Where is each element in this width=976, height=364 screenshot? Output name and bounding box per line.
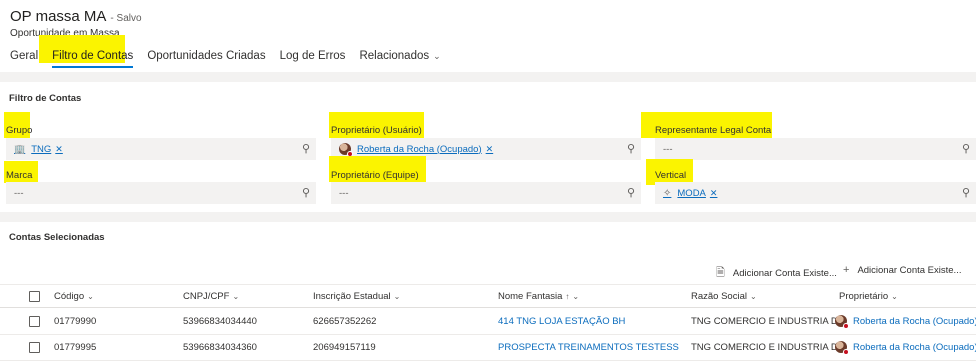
proprietario-usuario-label: Proprietário (Usuário) bbox=[331, 125, 422, 136]
proprietario-equipe-label: Proprietário (Equipe) bbox=[331, 170, 419, 181]
sort-ascending-icon: ↑ bbox=[565, 292, 570, 301]
cell-codigo: 01779990 bbox=[54, 316, 97, 327]
table-row[interactable]: 01779995 53966834034360 206949157119 PRO… bbox=[0, 335, 976, 361]
remove-vertical-icon[interactable]: ✕ bbox=[710, 188, 718, 199]
cell-nome-fantasia-link[interactable]: PROSPECTA TREINAMENTOS TESTESS bbox=[498, 342, 679, 353]
filter-section: Filtro de Contas Grupo Proprietário (Usu… bbox=[0, 84, 976, 212]
column-label: CNPJ/CPF bbox=[183, 291, 230, 302]
tab-relacionados-label: Relacionados bbox=[359, 50, 430, 62]
avatar bbox=[835, 341, 849, 355]
proprietario-equipe-value: --- bbox=[339, 187, 349, 199]
avatar bbox=[339, 143, 353, 157]
chevron-down-icon: ⌄ bbox=[433, 51, 441, 61]
representante-value: --- bbox=[663, 143, 673, 155]
proprietario-equipe-lookup[interactable]: --- ⚲ bbox=[331, 182, 641, 204]
cell-inscricao: 626657352262 bbox=[313, 316, 377, 327]
vertical-value[interactable]: MODA bbox=[677, 188, 706, 199]
grupo-value[interactable]: TNG bbox=[31, 144, 51, 155]
building-icon: 🏢 bbox=[14, 143, 26, 154]
search-icon[interactable]: ⚲ bbox=[627, 142, 635, 155]
save-status: - Salvo bbox=[110, 13, 142, 24]
chevron-down-icon: ⌄ bbox=[87, 292, 94, 301]
marca-lookup[interactable]: --- ⚲ bbox=[6, 182, 316, 204]
cell-proprietario[interactable]: Roberta da Rocha (Ocupado) bbox=[835, 341, 976, 355]
tab-log-de-erros[interactable]: Log de Erros bbox=[280, 48, 346, 68]
status-busy-icon bbox=[843, 323, 849, 329]
column-label: Razão Social bbox=[691, 291, 747, 302]
remove-proprietario-icon[interactable]: ✕ bbox=[486, 144, 494, 155]
vertical-label: Vertical bbox=[655, 170, 687, 181]
grid-header: Código ⌄ CNPJ/CPF ⌄ Inscrição Estadual ⌄ No… bbox=[0, 284, 976, 308]
chevron-down-icon: ⌄ bbox=[572, 292, 580, 301]
cell-nome-fantasia-link[interactable]: 414 TNG LOJA ESTAÇÃO BH bbox=[498, 316, 625, 327]
owner-link[interactable]: Roberta da Rocha (Ocupado) bbox=[853, 342, 976, 353]
add-existing-account-button[interactable]: 🗎 Adicionar Conta Existe... bbox=[716, 264, 837, 283]
marca-value: --- bbox=[14, 187, 24, 199]
select-all-checkbox[interactable] bbox=[29, 291, 40, 302]
search-icon[interactable]: ⚲ bbox=[962, 186, 970, 199]
cell-inscricao: 206949157119 bbox=[313, 342, 376, 353]
column-header-inscricao[interactable]: Inscrição Estadual ⌄ bbox=[313, 291, 400, 302]
cell-codigo: 01779995 bbox=[54, 342, 97, 353]
grupo-lookup[interactable]: 🏢 TNG ✕ ⚲ bbox=[6, 138, 316, 160]
row-checkbox[interactable] bbox=[29, 316, 40, 327]
column-header-cnpj[interactable]: CNPJ/CPF ⌄ bbox=[183, 291, 239, 302]
plus-icon: + bbox=[843, 264, 850, 276]
section-separator bbox=[0, 212, 976, 222]
form-header: OP massa MA - Salvo Oportunidade em Mass… bbox=[0, 0, 976, 70]
record-title: OP massa MA bbox=[10, 8, 107, 25]
contas-selecionadas-subgrid: Contas Selecionadas 🗎 Adicionar Conta Ex… bbox=[0, 222, 976, 364]
add-existing-label: Adicionar Conta Existe... bbox=[732, 268, 837, 279]
owner-link[interactable]: Roberta da Rocha (Ocupado) bbox=[853, 316, 976, 327]
representante-label: Representante Legal Conta bbox=[655, 125, 772, 136]
subgrid-title: Contas Selecionadas bbox=[9, 232, 105, 243]
chevron-down-icon: ⌄ bbox=[393, 292, 401, 301]
vertical-lookup[interactable]: ✧ MODA ✕ ⚲ bbox=[655, 182, 976, 204]
column-header-nome-fantasia[interactable]: Nome Fantasia ↑ ⌄ bbox=[498, 291, 579, 302]
vertical-entity-icon: ✧ bbox=[663, 187, 672, 199]
cell-razao-social: TNG COMERCIO E INDUSTRIA D... bbox=[691, 316, 846, 327]
tab-relacionados[interactable]: Relacionados ⌄ bbox=[359, 48, 440, 68]
column-header-codigo[interactable]: Código ⌄ bbox=[54, 291, 94, 302]
representante-lookup[interactable]: --- ⚲ bbox=[655, 138, 976, 160]
tab-list: Geral Filtro de Contas Oportunidades Cri… bbox=[10, 48, 455, 68]
row-checkbox[interactable] bbox=[29, 342, 40, 353]
avatar bbox=[835, 315, 849, 329]
column-label: Nome Fantasia bbox=[498, 291, 563, 302]
chevron-down-icon: ⌄ bbox=[232, 292, 240, 301]
marca-label: Marca bbox=[6, 170, 33, 181]
tab-oportunidades-criadas[interactable]: Oportunidades Criadas bbox=[147, 48, 265, 68]
cell-proprietario[interactable]: Roberta da Rocha (Ocupado) bbox=[835, 315, 976, 329]
proprietario-usuario-value[interactable]: Roberta da Rocha (Ocupado) bbox=[357, 144, 482, 155]
column-label: Inscrição Estadual bbox=[313, 291, 391, 302]
vertical-tag[interactable]: ✧ MODA ✕ bbox=[663, 188, 717, 199]
proprietario-usuario-tag[interactable]: Roberta da Rocha (Ocupado) ✕ bbox=[339, 143, 494, 157]
column-header-razao-social[interactable]: Razão Social ⌄ bbox=[691, 291, 757, 302]
search-icon[interactable]: ⚲ bbox=[302, 186, 310, 199]
chevron-down-icon: ⌄ bbox=[891, 292, 898, 301]
section-title: Filtro de Contas bbox=[9, 93, 82, 104]
column-label: Proprietário bbox=[839, 291, 889, 302]
add-new-account-button[interactable]: + Adicionar Conta Existe... bbox=[843, 264, 961, 276]
search-icon[interactable]: ⚲ bbox=[302, 142, 310, 155]
add-new-label: Adicionar Conta Existe... bbox=[857, 264, 962, 276]
tab-geral[interactable]: Geral bbox=[10, 48, 38, 68]
tab-filtro-de-contas[interactable]: Filtro de Contas bbox=[52, 48, 134, 68]
cell-cnpj: 53966834034440 bbox=[183, 316, 257, 327]
section-separator bbox=[0, 72, 976, 82]
chevron-down-icon: ⌄ bbox=[749, 292, 757, 301]
column-label: Código bbox=[54, 291, 85, 302]
grupo-tag[interactable]: 🏢 TNG ✕ bbox=[14, 144, 63, 155]
search-icon[interactable]: ⚲ bbox=[627, 186, 635, 199]
cell-razao-social: TNG COMERCIO E INDUSTRIA D... bbox=[691, 342, 846, 353]
grupo-label: Grupo bbox=[6, 125, 33, 136]
remove-grupo-icon[interactable]: ✕ bbox=[55, 144, 63, 155]
table-row[interactable]: 01779990 53966834034440 626657352262 414… bbox=[0, 309, 976, 335]
search-icon[interactable]: ⚲ bbox=[962, 142, 970, 155]
cell-cnpj: 53966834034360 bbox=[183, 342, 257, 353]
document-icon: 🗎 bbox=[716, 267, 725, 279]
status-busy-icon bbox=[843, 349, 849, 355]
title-row: OP massa MA - Salvo bbox=[10, 8, 142, 25]
column-header-proprietario[interactable]: Proprietário ⌄ bbox=[839, 291, 898, 302]
